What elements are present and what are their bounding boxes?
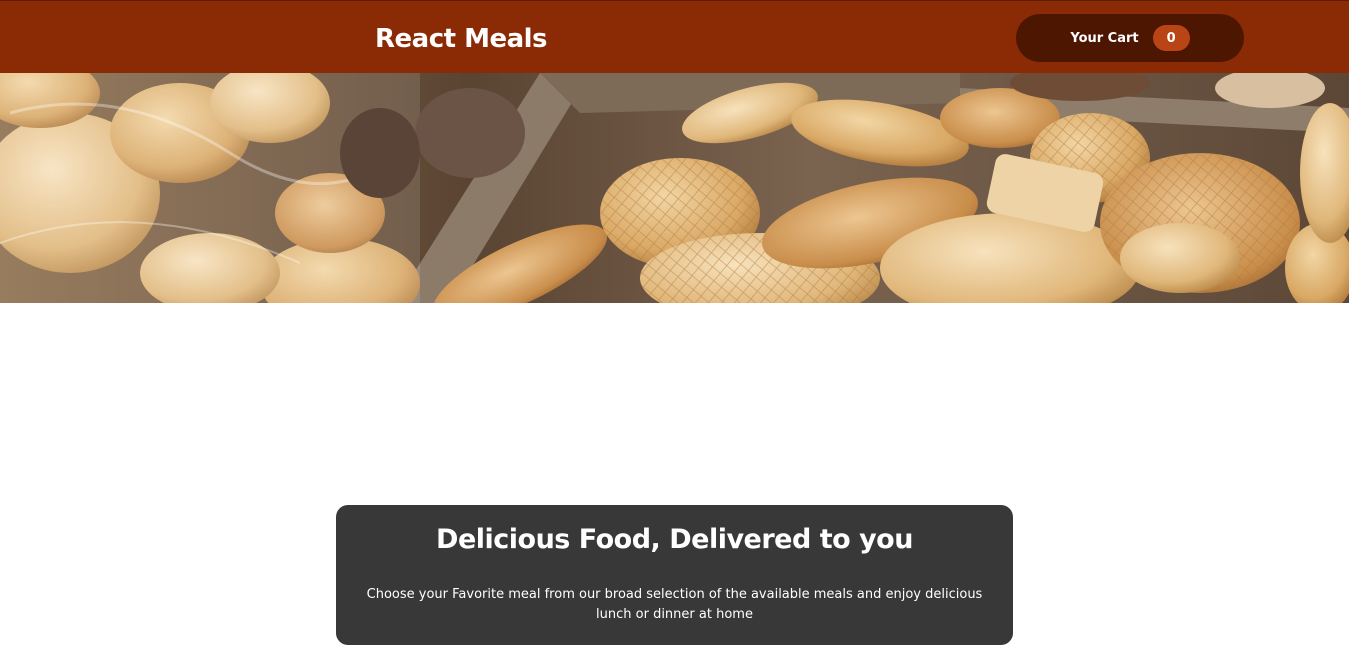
summary-title: Delicious Food, Delivered to you bbox=[436, 524, 913, 555]
hero-image bbox=[0, 73, 1349, 303]
cookies-image bbox=[0, 73, 1349, 303]
app-header: React Meals Your Cart 0 bbox=[0, 0, 1349, 73]
meals-summary: Delicious Food, Delivered to you Choose … bbox=[336, 505, 1013, 645]
app-title: React Meals bbox=[375, 24, 548, 54]
cart-label: Your Cart bbox=[1070, 30, 1139, 46]
cart-button[interactable]: Your Cart 0 bbox=[1016, 14, 1244, 62]
cart-count-badge: 0 bbox=[1152, 25, 1190, 51]
summary-text: Choose your Favorite meal from our broad… bbox=[366, 587, 983, 622]
